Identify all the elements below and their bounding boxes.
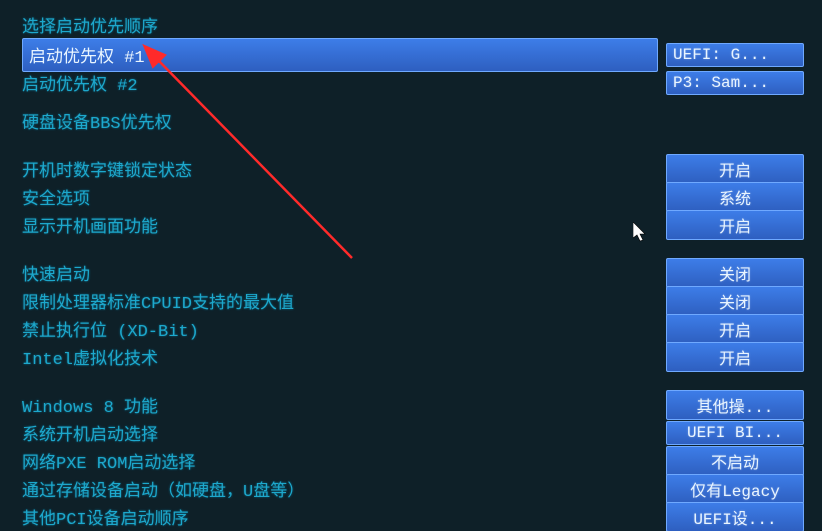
- fastboot-value[interactable]: 关闭: [666, 258, 804, 288]
- security-label: 安全选项: [22, 184, 666, 210]
- pxe-row[interactable]: 网络PXE ROM启动选择 不启动: [22, 448, 804, 474]
- win8-value[interactable]: 其他操...: [666, 390, 804, 420]
- boot-priority-1-row[interactable]: 启动优先权 #1 UEFI: G...: [22, 42, 804, 68]
- security-row[interactable]: 安全选项 系统: [22, 184, 804, 210]
- intelvt-value[interactable]: 开启: [666, 342, 804, 372]
- boot-priority-2-value[interactable]: P3: Sam...: [666, 71, 804, 95]
- boot-priority-1-label: 启动优先权 #1: [22, 38, 658, 72]
- boot-priority-2-label: 启动优先权 #2: [22, 70, 666, 96]
- numlock-row[interactable]: 开机时数字键锁定状态 开启: [22, 156, 804, 182]
- pci-value[interactable]: UEFI设...: [666, 502, 804, 531]
- section-title: 选择启动优先顺序: [22, 12, 804, 38]
- pxe-label: 网络PXE ROM启动选择: [22, 448, 666, 474]
- bootlogo-value[interactable]: 开启: [666, 210, 804, 240]
- xdbit-value[interactable]: 开启: [666, 314, 804, 344]
- numlock-value[interactable]: 开启: [666, 154, 804, 184]
- storage-row[interactable]: 通过存储设备启动（如硬盘，U盘等） 仅有Legacy: [22, 476, 804, 502]
- cpuid-row[interactable]: 限制处理器标准CPUID支持的最大值 关闭: [22, 288, 804, 314]
- storage-label: 通过存储设备启动（如硬盘，U盘等）: [22, 476, 666, 502]
- fastboot-row[interactable]: 快速启动 关闭: [22, 260, 804, 286]
- win8-row[interactable]: Windows 8 功能 其他操...: [22, 392, 804, 418]
- fastboot-label: 快速启动: [22, 260, 666, 286]
- boot-priority-1-value[interactable]: UEFI: G...: [666, 43, 804, 67]
- sysboot-row[interactable]: 系统开机启动选择 UEFI BI...: [22, 420, 804, 446]
- intelvt-row[interactable]: Intel虚拟化技术 开启: [22, 344, 804, 370]
- hdd-bbs-label: 硬盘设备BBS优先权: [22, 108, 804, 134]
- intelvt-label: Intel虚拟化技术: [22, 344, 666, 370]
- xdbit-label: 禁止执行位 (XD-Bit): [22, 316, 666, 342]
- cpuid-label: 限制处理器标准CPUID支持的最大值: [22, 288, 666, 314]
- sysboot-label: 系统开机启动选择: [22, 420, 666, 446]
- sysboot-value[interactable]: UEFI BI...: [666, 421, 804, 445]
- security-value[interactable]: 系统: [666, 182, 804, 212]
- xdbit-row[interactable]: 禁止执行位 (XD-Bit) 开启: [22, 316, 804, 342]
- numlock-label: 开机时数字键锁定状态: [22, 156, 666, 182]
- bootlogo-label: 显示开机画面功能: [22, 212, 666, 238]
- boot-priority-2-row[interactable]: 启动优先权 #2 P3: Sam...: [22, 70, 804, 96]
- hdd-bbs-row[interactable]: 硬盘设备BBS优先权: [22, 108, 804, 134]
- pci-row[interactable]: 其他PCI设备启动顺序 UEFI设...: [22, 504, 804, 530]
- pci-label: 其他PCI设备启动顺序: [22, 504, 666, 530]
- cpuid-value[interactable]: 关闭: [666, 286, 804, 316]
- storage-value[interactable]: 仅有Legacy: [666, 474, 804, 504]
- bootlogo-row[interactable]: 显示开机画面功能 开启: [22, 212, 804, 238]
- pxe-value[interactable]: 不启动: [666, 446, 804, 476]
- win8-label: Windows 8 功能: [22, 392, 666, 418]
